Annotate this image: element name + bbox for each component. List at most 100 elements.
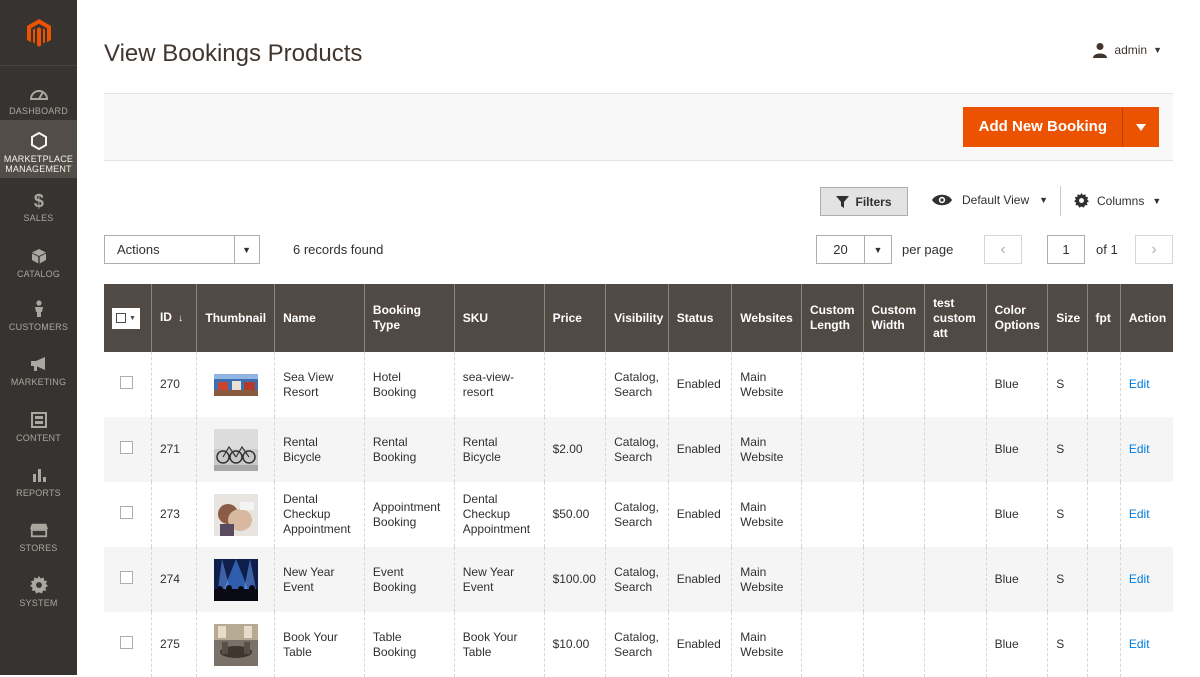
cell-name: Dental Checkup Appointment bbox=[274, 482, 365, 547]
row-checkbox[interactable] bbox=[120, 571, 133, 584]
row-checkbox[interactable] bbox=[120, 376, 133, 389]
cell-size: S bbox=[1047, 417, 1088, 482]
column-header-price[interactable]: Price bbox=[543, 284, 606, 352]
select-all-checkbox[interactable]: ▼ bbox=[112, 307, 140, 329]
select-all-header[interactable]: ▼ bbox=[104, 284, 152, 352]
sidebar-item-marketing[interactable]: MARKETING bbox=[0, 351, 77, 396]
sidebar-item-system[interactable]: SYSTEM bbox=[0, 572, 77, 617]
product-thumbnail-image[interactable] bbox=[213, 493, 258, 536]
sidebar-item-label: STORES bbox=[19, 543, 58, 553]
column-header-color-options[interactable]: Color Options bbox=[985, 284, 1048, 352]
column-header-fpt[interactable]: fpt bbox=[1086, 284, 1121, 352]
chevron-right-icon: › bbox=[1151, 240, 1157, 258]
row-select-cell bbox=[104, 352, 151, 417]
sidebar-item-sales[interactable]: $ SALES bbox=[0, 187, 77, 232]
columns-dropdown[interactable]: Columns ▼ bbox=[1074, 193, 1161, 208]
filters-button[interactable]: Filters bbox=[820, 187, 908, 216]
previous-page-button[interactable]: ‹ bbox=[984, 235, 1022, 264]
per-page-select[interactable]: 20 ▼ bbox=[816, 235, 892, 264]
cell-visibility: Catalog, Search bbox=[605, 417, 669, 482]
add-new-booking-button[interactable]: Add New Booking bbox=[962, 107, 1159, 147]
sidebar-item-content[interactable]: CONTENT bbox=[0, 407, 77, 452]
magento-logo[interactable] bbox=[0, 0, 77, 66]
cell-status: Enabled bbox=[667, 417, 732, 482]
default-view-dropdown[interactable]: Default View ▼ bbox=[932, 193, 1048, 207]
column-header-size[interactable]: Size bbox=[1047, 284, 1088, 352]
cell-name: New Year Event bbox=[274, 547, 365, 612]
column-header-test-custom-att[interactable]: test custom att bbox=[924, 284, 987, 352]
cell-color: Blue bbox=[985, 547, 1048, 612]
edit-link[interactable]: Edit bbox=[1129, 442, 1150, 456]
cell-status: Enabled bbox=[667, 612, 732, 677]
column-header-label: Thumbnail bbox=[205, 310, 267, 325]
cell-name: Book Your Table bbox=[274, 612, 365, 677]
sidebar-item-label: SYSTEM bbox=[19, 598, 58, 608]
sidebar-item-label: CATALOG bbox=[16, 269, 61, 279]
cell-status: Enabled bbox=[667, 547, 732, 612]
edit-link[interactable]: Edit bbox=[1129, 377, 1150, 391]
column-header-status[interactable]: Status bbox=[667, 284, 732, 352]
admin-user-menu[interactable]: admin ▼ bbox=[1092, 42, 1162, 58]
page-number-input[interactable] bbox=[1047, 235, 1085, 264]
column-header-sku[interactable]: SKU bbox=[453, 284, 545, 352]
column-header-action[interactable]: Action bbox=[1119, 284, 1173, 352]
edit-link[interactable]: Edit bbox=[1129, 507, 1150, 521]
records-count: 6 records found bbox=[293, 242, 384, 257]
sidebar-item-dashboard[interactable]: DASHBOARD bbox=[0, 80, 77, 118]
sidebar-item-marketplace-management[interactable]: MARKETPLACE MANAGEMENT bbox=[0, 120, 77, 178]
column-header-id[interactable]: ID ↓ bbox=[150, 284, 197, 352]
cell-test-custom-att bbox=[924, 352, 987, 417]
edit-link[interactable]: Edit bbox=[1129, 572, 1150, 586]
cell-test-custom-att bbox=[924, 482, 987, 547]
column-header-visibility[interactable]: Visibility bbox=[605, 284, 669, 352]
caret-down-icon bbox=[1135, 123, 1146, 131]
cell-size: S bbox=[1047, 612, 1088, 677]
row-checkbox[interactable] bbox=[120, 636, 133, 649]
row-checkbox[interactable] bbox=[120, 506, 133, 519]
table-row[interactable]: 271 Rental Bicycle Rental Booking Rental Bi… bbox=[104, 417, 1173, 482]
column-header-custom-width[interactable]: Custom Width bbox=[862, 284, 925, 352]
cell-booking-type: Table Booking bbox=[363, 612, 455, 677]
next-page-button[interactable]: › bbox=[1135, 235, 1173, 264]
sidebar-item-catalog[interactable]: CATALOG bbox=[0, 243, 77, 288]
layout-icon bbox=[30, 411, 48, 429]
sidebar-item-label: CUSTOMERS bbox=[8, 322, 69, 332]
product-thumbnail-image[interactable] bbox=[213, 558, 258, 601]
column-header-booking-type[interactable]: Booking Type bbox=[363, 284, 455, 352]
column-header-custom-length[interactable]: Custom Length bbox=[800, 284, 863, 352]
cell-visibility: Catalog, Search bbox=[605, 352, 669, 417]
mass-actions-label: Actions bbox=[117, 242, 160, 257]
column-header-thumbnail[interactable]: Thumbnail bbox=[196, 284, 275, 352]
thumbnail-cell bbox=[196, 547, 275, 612]
sidebar-item-reports[interactable]: REPORTS bbox=[0, 462, 77, 507]
admin-sidebar: DASHBOARD MARKETPLACE MANAGEMENT $ SALES CAT… bbox=[0, 0, 77, 675]
product-thumbnail-image[interactable] bbox=[213, 623, 258, 666]
sidebar-item-stores[interactable]: STORES bbox=[0, 517, 77, 562]
cell-fpt bbox=[1086, 612, 1121, 677]
sidebar-item-customers[interactable]: CUSTOMERS bbox=[0, 296, 77, 341]
table-row[interactable]: 275 Book Your Table Table Booking Book Your… bbox=[104, 612, 1173, 677]
table-row[interactable]: 270 Sea View Resort Hotel Booking sea-view-… bbox=[104, 352, 1173, 417]
column-header-websites[interactable]: Websites bbox=[731, 284, 802, 352]
sidebar-item-label: MARKETING bbox=[10, 377, 67, 387]
cell-websites: Main Website bbox=[731, 352, 802, 417]
main-content: View Bookings Products admin ▼ Add New B… bbox=[77, 0, 1200, 677]
column-header-name[interactable]: Name bbox=[274, 284, 365, 352]
table-row[interactable]: 274 New Year Event Event Booking New Year E… bbox=[104, 547, 1173, 612]
svg-text:$: $ bbox=[33, 191, 43, 209]
total-pages-label: of 1 bbox=[1096, 242, 1118, 257]
product-thumbnail-image[interactable] bbox=[213, 363, 258, 406]
row-checkbox[interactable] bbox=[120, 441, 133, 454]
column-header-label: Color Options bbox=[994, 303, 1040, 332]
add-booking-split-toggle[interactable] bbox=[1122, 108, 1158, 146]
mass-actions-select[interactable]: Actions ▼ bbox=[104, 235, 260, 264]
chevron-left-icon: ‹ bbox=[1000, 240, 1006, 258]
table-row[interactable]: 273 Dental Checkup Appointment Appointment… bbox=[104, 482, 1173, 547]
product-thumbnail-image[interactable] bbox=[213, 428, 258, 471]
cell-websites: Main Website bbox=[731, 482, 802, 547]
bookings-grid: ▼ ID ↓ Thumbnail Name Booking Type SKU Price Vi… bbox=[104, 284, 1173, 677]
chevron-down-icon: ▼ bbox=[873, 244, 883, 255]
edit-link[interactable]: Edit bbox=[1129, 637, 1150, 651]
cell-size: S bbox=[1047, 547, 1088, 612]
cell-custom-width bbox=[862, 417, 925, 482]
